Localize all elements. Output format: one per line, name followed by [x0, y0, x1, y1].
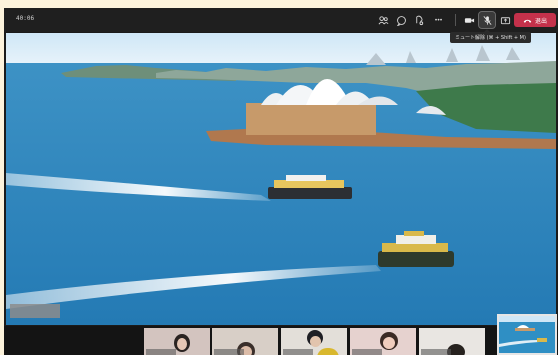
leave-button[interactable]: 退出 [514, 13, 556, 27]
people-icon[interactable] [375, 12, 391, 28]
participant-1[interactable] [144, 328, 210, 355]
participant-3-label [283, 349, 313, 355]
participant-1-label [146, 349, 176, 355]
meeting-window: 40:06 ••• 退出 ミュート解除 (⌘ + Shift + M) [4, 8, 558, 355]
mic-off-icon[interactable] [478, 11, 496, 29]
self-name-label [10, 304, 60, 318]
chat-icon[interactable] [393, 12, 409, 28]
more-label: ••• [434, 16, 443, 24]
self-video-preview[interactable] [497, 314, 557, 355]
shared-video-stage [6, 33, 556, 325]
participant-4-label [352, 349, 382, 355]
meeting-toolbar: 40:06 ••• 退出 [4, 8, 558, 32]
participant-2-label [214, 349, 244, 355]
toolbar-divider [455, 14, 456, 26]
self-preview-scene [499, 316, 555, 353]
share-icon[interactable] [497, 12, 513, 28]
react-icon[interactable] [411, 12, 427, 28]
participant-5-label [421, 349, 451, 355]
participant-3[interactable] [281, 328, 347, 355]
participant-5[interactable] [419, 328, 485, 355]
leave-label: 退出 [534, 17, 547, 25]
camera-icon[interactable] [461, 12, 477, 28]
participant-4[interactable] [350, 328, 416, 355]
call-timer: 40:06 [16, 15, 35, 22]
phone-hangup-icon [523, 19, 532, 23]
harbour-scene [6, 33, 556, 325]
more-icon[interactable]: ••• [430, 12, 446, 28]
mute-tooltip: ミュート解除 (⌘ + Shift + M) [450, 29, 531, 43]
participant-strip [4, 326, 558, 355]
participant-2[interactable] [212, 328, 278, 355]
